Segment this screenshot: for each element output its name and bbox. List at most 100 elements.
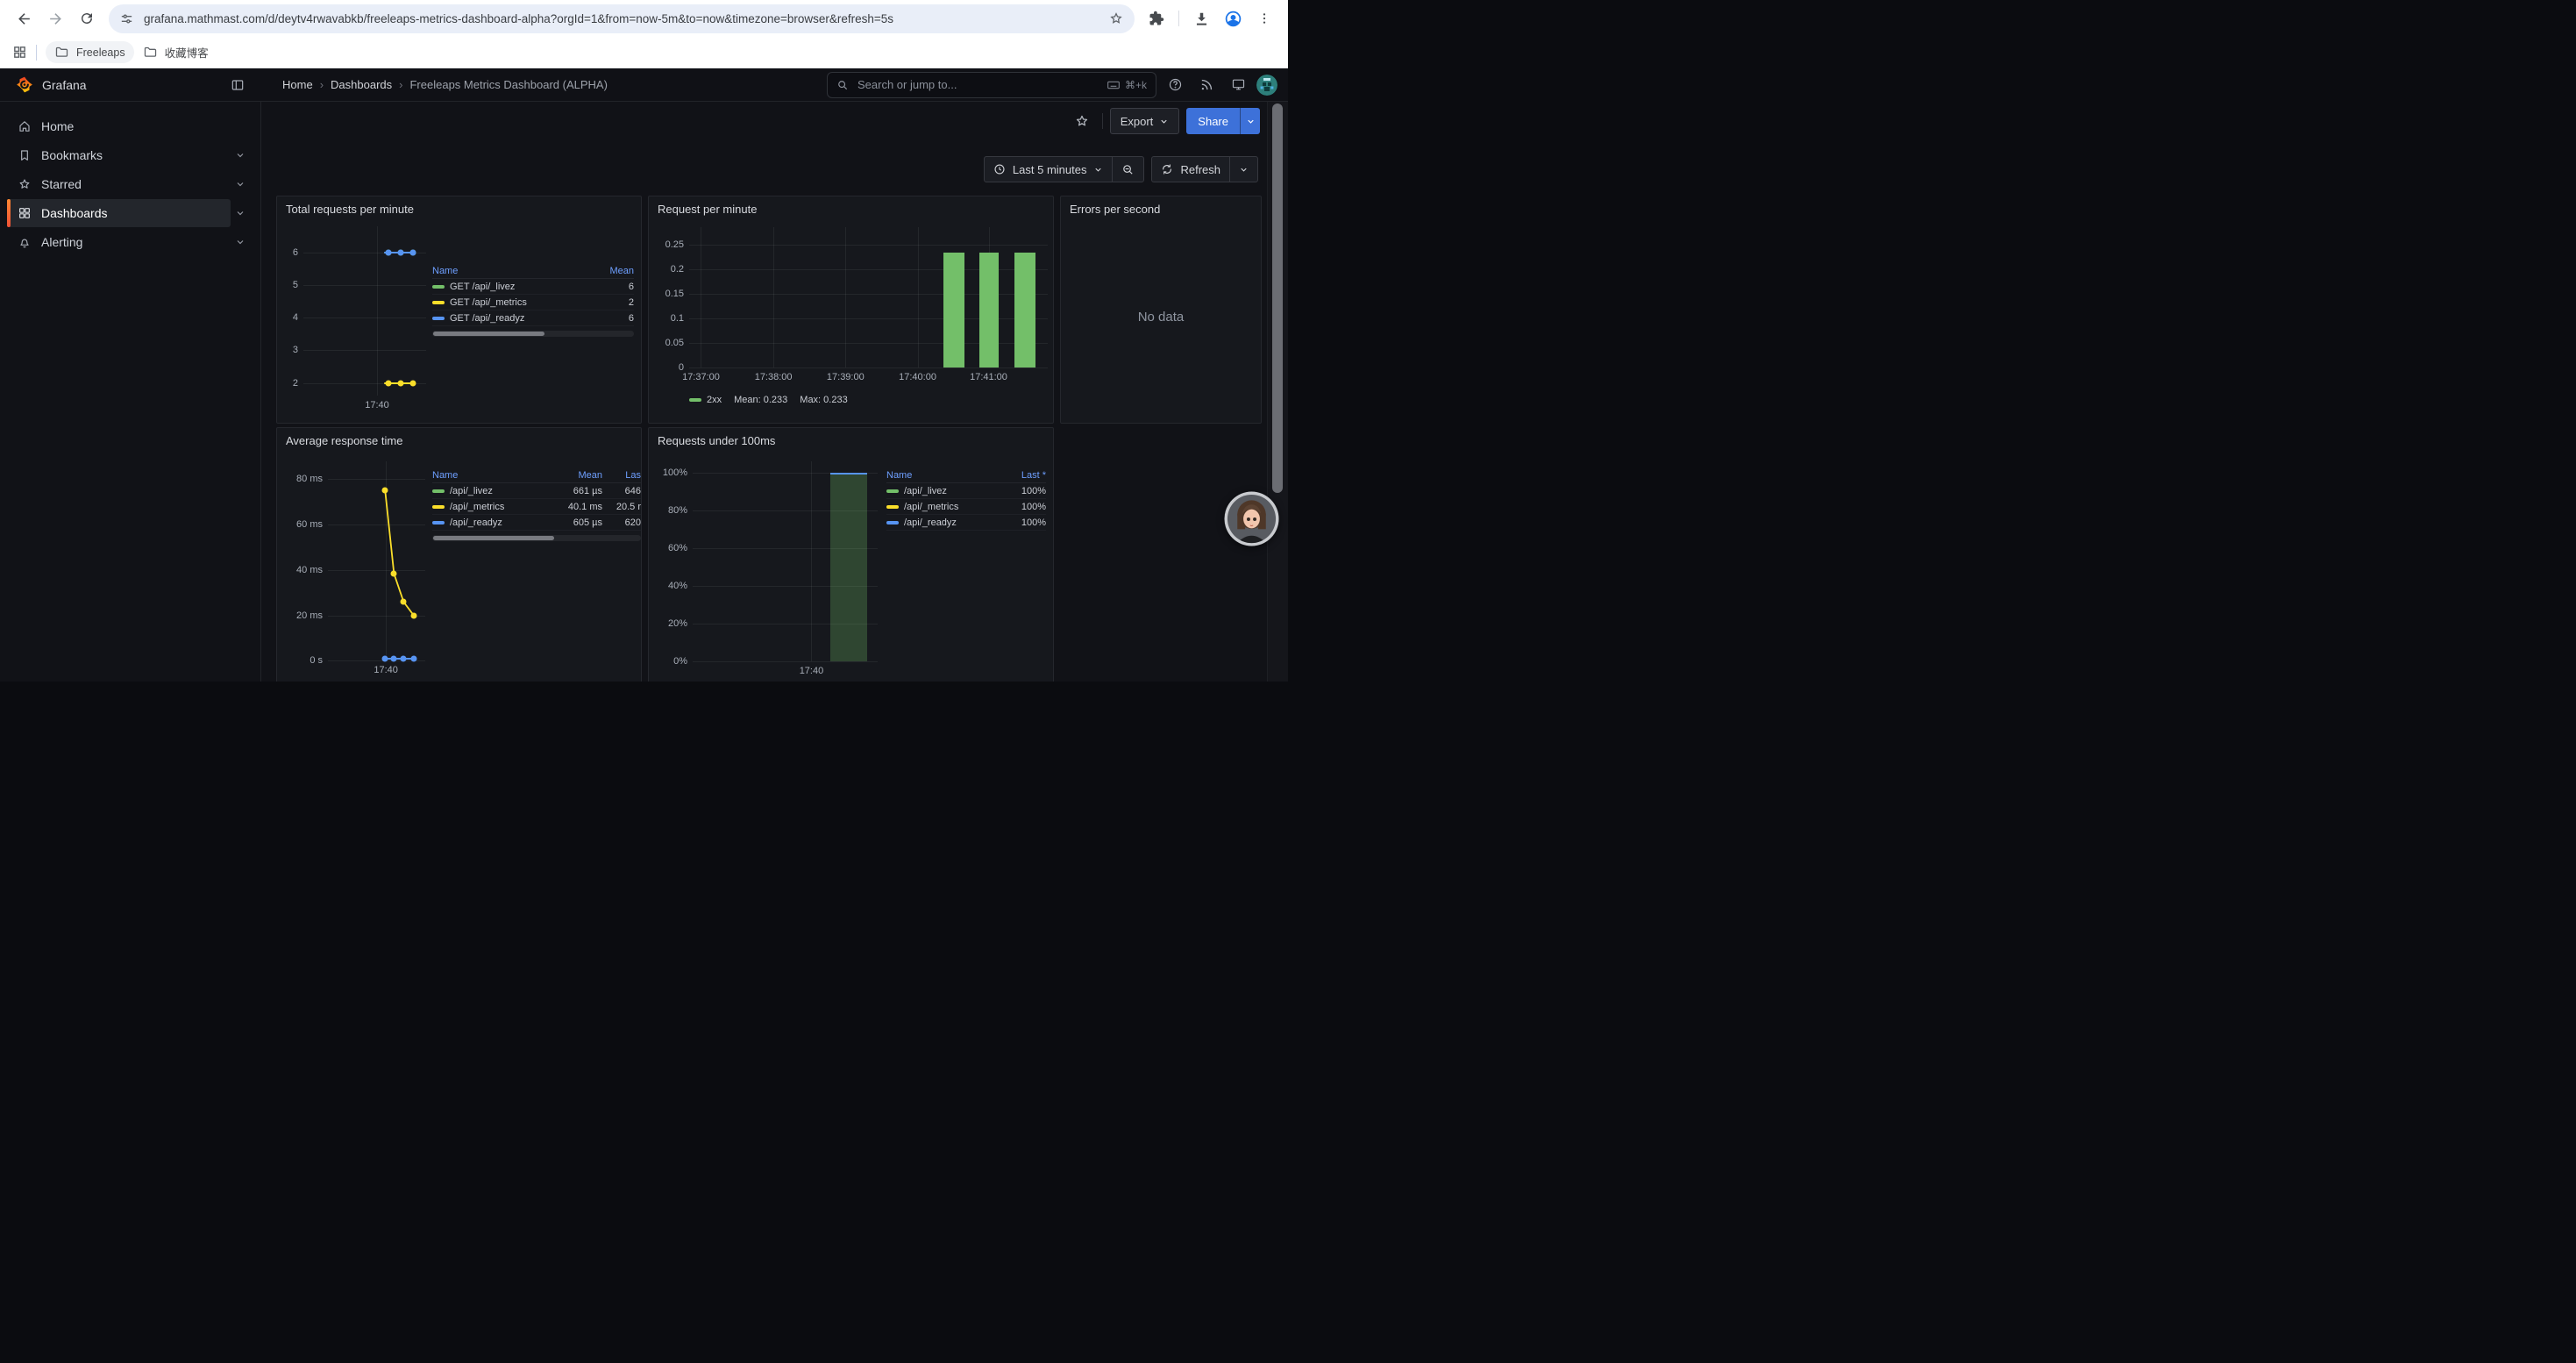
y-tick-label: 60% bbox=[654, 543, 687, 553]
reload-icon[interactable] bbox=[72, 4, 102, 33]
panel-title[interactable]: Average response time bbox=[286, 434, 402, 447]
news-icon[interactable] bbox=[1193, 72, 1220, 98]
floating-assistant-avatar[interactable] bbox=[1224, 491, 1279, 546]
legend-column-header[interactable]: Name bbox=[886, 470, 999, 481]
time-range-button[interactable]: Last 5 minutes bbox=[985, 157, 1113, 182]
sidebar-item-home[interactable]: Home bbox=[7, 112, 253, 140]
y-tick-label: 40% bbox=[654, 581, 687, 591]
panel-title[interactable]: Errors per second bbox=[1070, 203, 1160, 216]
address-bar[interactable] bbox=[109, 4, 1135, 33]
v-gridline bbox=[377, 226, 378, 396]
zoom-out-button[interactable] bbox=[1112, 157, 1143, 182]
scrollbar-thumb[interactable] bbox=[433, 332, 544, 336]
sidebar-item-dashboards[interactable]: Dashboards bbox=[7, 199, 253, 227]
scrollbar-thumb[interactable] bbox=[433, 536, 554, 540]
search-input[interactable] bbox=[856, 77, 1099, 92]
legend-column-header[interactable]: Mean bbox=[590, 266, 634, 276]
breadcrumb-dashboards[interactable]: Dashboards bbox=[331, 78, 392, 91]
dock-menu-icon[interactable] bbox=[224, 72, 251, 98]
panel-title[interactable]: Requests under 100ms bbox=[658, 434, 775, 447]
y-tick-label: 20 ms bbox=[282, 610, 323, 621]
caret-down-icon bbox=[1239, 165, 1249, 175]
bookmark-star-icon[interactable] bbox=[1108, 11, 1124, 26]
legend-column-header[interactable]: Name bbox=[432, 470, 551, 481]
bookmark-folder-freeleaps[interactable]: Freeleaps bbox=[46, 41, 134, 63]
caret-down-icon bbox=[1093, 165, 1103, 175]
legend-series-name: /api/_livez bbox=[432, 486, 551, 496]
sidebar-item-alerting[interactable]: Alerting bbox=[7, 228, 253, 256]
legend-row[interactable]: /api/_metrics40.1 ms20.5 r bbox=[432, 499, 641, 515]
back-icon[interactable] bbox=[9, 4, 39, 33]
panel-total-requests-per-minute: Total requests per minute 6543217:40Name… bbox=[276, 196, 642, 424]
series-color-swatch bbox=[886, 505, 899, 509]
legend-row[interactable]: GET /api/_livez6 bbox=[432, 279, 634, 295]
url-input[interactable] bbox=[142, 11, 1101, 26]
legend-row[interactable]: /api/_readyz100% bbox=[886, 515, 1046, 531]
refresh-button[interactable]: Refresh bbox=[1152, 157, 1229, 182]
chart-plot-area[interactable] bbox=[303, 226, 426, 396]
legend-inline: 2xxMean: 0.233Max: 0.233 bbox=[689, 395, 848, 405]
profile-icon[interactable] bbox=[1218, 4, 1248, 33]
legend-row[interactable]: /api/_readyz605 µs620 bbox=[432, 515, 641, 531]
caret-down-icon bbox=[1159, 117, 1169, 126]
chevron-down-icon[interactable] bbox=[235, 208, 246, 218]
y-tick-label: 4 bbox=[282, 312, 298, 323]
data-point bbox=[401, 656, 407, 662]
data-point bbox=[410, 612, 416, 618]
legend-row[interactable]: /api/_livez661 µs646 bbox=[432, 483, 641, 499]
scrollbar-thumb[interactable] bbox=[1272, 103, 1283, 493]
forward-icon[interactable] bbox=[40, 4, 70, 33]
legend-series-name[interactable]: 2xx bbox=[689, 395, 722, 405]
user-avatar[interactable] bbox=[1256, 75, 1277, 96]
legend-h-scrollbar[interactable] bbox=[432, 535, 641, 541]
breadcrumb-current: Freeleaps Metrics Dashboard (ALPHA) bbox=[409, 78, 607, 91]
legend-table: NameMean GET /api/_livez6GET /api/_metric… bbox=[432, 263, 634, 337]
legend-row[interactable]: GET /api/_metrics2 bbox=[432, 295, 634, 310]
browser-menu-icon[interactable] bbox=[1249, 4, 1279, 33]
screen-share-icon[interactable] bbox=[1225, 72, 1251, 98]
legend-row[interactable]: /api/_metrics100% bbox=[886, 499, 1046, 515]
y-tick-label: 40 ms bbox=[282, 565, 323, 575]
extensions-icon[interactable] bbox=[1142, 4, 1171, 33]
y-tick-label: 5 bbox=[282, 280, 298, 290]
share-menu-caret[interactable] bbox=[1240, 108, 1260, 134]
chart-plot-area[interactable] bbox=[328, 461, 425, 660]
y-tick-label: 6 bbox=[282, 247, 298, 258]
breadcrumb-home[interactable]: Home bbox=[282, 78, 313, 91]
data-point bbox=[409, 380, 416, 386]
y-tick-label: 80 ms bbox=[282, 474, 323, 484]
panel-title[interactable]: Total requests per minute bbox=[286, 203, 414, 216]
legend-h-scrollbar[interactable] bbox=[432, 331, 634, 337]
chart-plot-area[interactable] bbox=[689, 227, 1048, 368]
y-tick-label: 20% bbox=[654, 618, 687, 629]
export-button[interactable]: Export bbox=[1110, 108, 1180, 134]
apps-grid-icon[interactable] bbox=[12, 45, 27, 60]
legend-column-header[interactable]: Mean bbox=[551, 470, 602, 481]
panel-title[interactable]: Request per minute bbox=[658, 203, 757, 216]
legend-column-header[interactable]: Las bbox=[602, 470, 641, 481]
bookmark-folder-blogs[interactable]: 收藏博客 bbox=[134, 40, 217, 64]
downloads-icon[interactable] bbox=[1186, 4, 1216, 33]
chevron-down-icon[interactable] bbox=[235, 150, 246, 161]
sidebar-item-starred[interactable]: Starred bbox=[7, 170, 253, 198]
chart-plot-area[interactable] bbox=[693, 461, 878, 661]
x-tick-label: 17:40 bbox=[800, 666, 824, 676]
refresh-interval-caret[interactable] bbox=[1229, 157, 1257, 182]
chevron-down-icon[interactable] bbox=[235, 179, 246, 189]
legend-row[interactable]: GET /api/_readyz6 bbox=[432, 310, 634, 326]
site-settings-icon[interactable] bbox=[119, 11, 134, 26]
help-icon[interactable] bbox=[1162, 72, 1188, 98]
share-button[interactable]: Share bbox=[1186, 108, 1240, 134]
chevron-down-icon[interactable] bbox=[235, 237, 246, 247]
y-tick-label: 3 bbox=[282, 345, 298, 355]
sidebar-item-bookmarks[interactable]: Bookmarks bbox=[7, 141, 253, 169]
legend-row[interactable]: /api/_livez100% bbox=[886, 483, 1046, 499]
share-split-button: Share bbox=[1186, 108, 1260, 134]
grafana-logo[interactable] bbox=[16, 75, 33, 94]
legend-column-header[interactable]: Name bbox=[432, 266, 590, 276]
favorite-star-icon[interactable] bbox=[1069, 108, 1095, 134]
x-tick-label: 17:37:00 bbox=[682, 372, 720, 382]
search-box[interactable]: ⌘+k bbox=[827, 72, 1156, 98]
legend-value: 100% bbox=[999, 502, 1046, 512]
legend-column-header[interactable]: Last * bbox=[999, 470, 1046, 481]
